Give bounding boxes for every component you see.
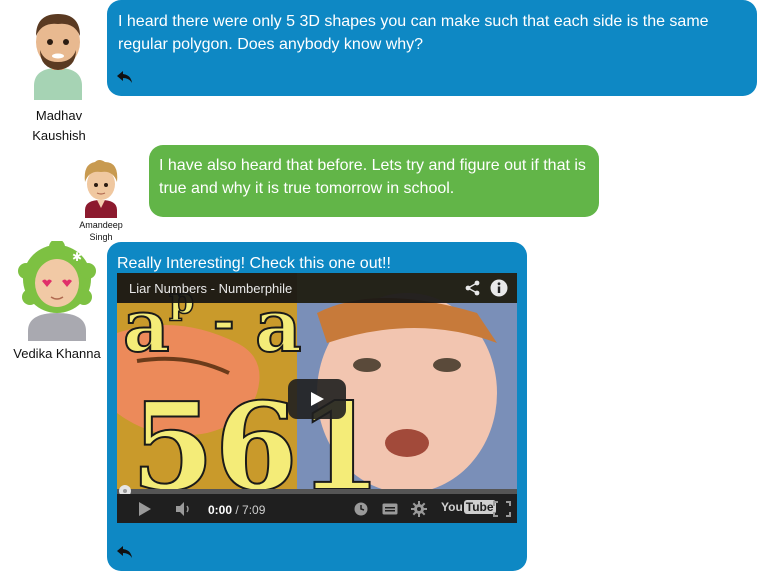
reply-icon[interactable] <box>116 545 134 559</box>
youtube-logo-you: You <box>441 500 463 514</box>
video-controls: 0:00 / 7:09 You Tube <box>117 494 517 523</box>
amandeep-avatar <box>84 160 118 218</box>
video-title[interactable]: Liar Numbers - Numberphile <box>129 281 292 296</box>
author-name: Amandeep Singh <box>79 220 123 242</box>
captions-icon[interactable] <box>382 503 398 515</box>
message-text: Really Interesting! Check this one out!! <box>117 255 391 272</box>
author-name: Madhav Kaushish <box>32 108 86 143</box>
youtube-logo-tube: Tube <box>463 500 496 514</box>
message-bubble: I have also heard that before. Lets try … <box>149 145 599 217</box>
video-title-bar: Liar Numbers - Numberphile <box>117 273 517 303</box>
info-icon[interactable] <box>490 279 508 297</box>
volume-icon[interactable] <box>175 501 193 517</box>
svg-text:✱: ✱ <box>72 250 82 264</box>
settings-gear-icon[interactable] <box>411 501 427 517</box>
time-readout: 0:00 / 7:09 <box>208 503 266 517</box>
play-icon[interactable] <box>137 501 153 517</box>
fullscreen-icon[interactable] <box>493 501 511 517</box>
madhav-avatar <box>34 14 82 100</box>
author-name: Vedika Khanna <box>13 346 101 361</box>
message-bubble: I heard there were only 5 3D shapes you … <box>107 0 757 96</box>
youtube-logo[interactable]: You Tube <box>441 500 496 514</box>
vedika-avatar: ✱ <box>18 241 96 341</box>
message-text: I heard there were only 5 3D shapes you … <box>118 13 709 53</box>
duration: 7:09 <box>242 503 266 517</box>
reply-icon[interactable] <box>116 70 134 84</box>
message-text: I have also heard that before. Lets try … <box>159 157 586 197</box>
play-button[interactable] <box>288 379 346 419</box>
watch-later-icon[interactable] <box>354 502 368 516</box>
current-time: 0:00 <box>208 503 233 517</box>
video-player[interactable]: a p - a 561 Liar Numbers - Numberphile <box>117 273 517 523</box>
share-icon[interactable] <box>465 280 481 296</box>
